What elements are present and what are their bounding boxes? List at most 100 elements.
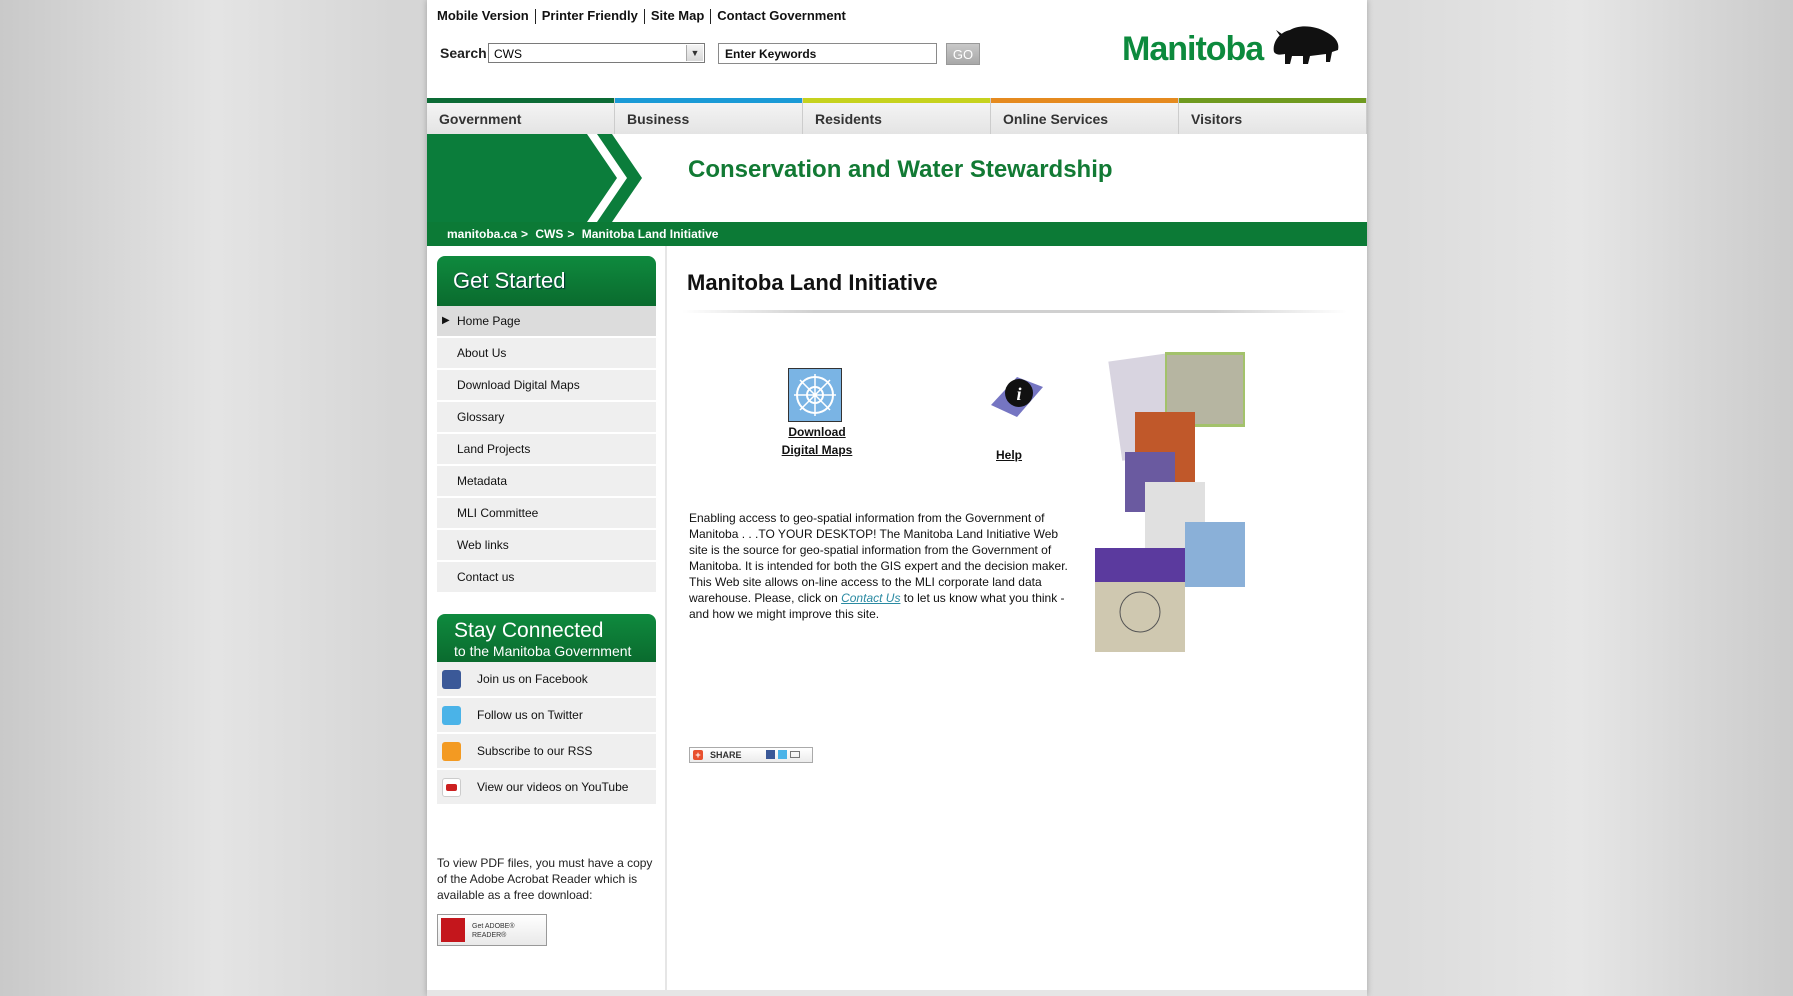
- sidebar-item-web-links[interactable]: Web links: [437, 530, 656, 562]
- search-scope-select[interactable]: CWS ▼: [488, 43, 705, 63]
- sidebar-item-label: Metadata: [457, 474, 508, 488]
- main-nav: Government Business Residents Online Ser…: [427, 98, 1367, 134]
- social-links: Join us on Facebook Follow us on Twitter…: [437, 662, 656, 806]
- sidebar-item-land-projects[interactable]: Land Projects: [437, 434, 656, 466]
- download-maps-icon[interactable]: [788, 368, 842, 422]
- social-link-label: Follow us on Twitter: [477, 708, 583, 722]
- nav-tab-label: Online Services: [1003, 111, 1109, 127]
- search-scope-value: CWS: [494, 47, 522, 61]
- social-link-youtube[interactable]: View our videos on YouTube: [437, 770, 656, 806]
- download-digital-maps-link[interactable]: Download Digital Maps: [767, 423, 867, 459]
- chevron-banner-graphic: [427, 134, 642, 222]
- contact-government-link[interactable]: Contact Government: [717, 8, 846, 23]
- breadcrumb-cws-link[interactable]: CWS: [535, 227, 563, 241]
- info-icon[interactable]: i: [987, 365, 1047, 425]
- sidebar-item-download-digital-maps[interactable]: Download Digital Maps: [437, 370, 656, 402]
- social-link-facebook[interactable]: Join us on Facebook: [437, 662, 656, 698]
- stay-connected-header: Stay Connected to the Manitoba Governmen…: [437, 614, 656, 662]
- email-icon: [790, 751, 800, 758]
- sidebar-item-label: Land Projects: [457, 442, 531, 456]
- go-button[interactable]: GO: [946, 43, 980, 65]
- nav-tab-online-services[interactable]: Online Services: [991, 98, 1179, 134]
- rss-icon: [442, 742, 461, 761]
- printer-friendly-link[interactable]: Printer Friendly: [542, 8, 638, 23]
- sidebar-item-home-page[interactable]: ▶ Home Page: [437, 306, 656, 338]
- sidebar-item-label: Home Page: [457, 314, 521, 328]
- pdf-note: To view PDF files, you must have a copy …: [437, 856, 653, 902]
- sidebar-item-label: Contact us: [457, 570, 515, 584]
- download-link-line2: Digital Maps: [781, 443, 853, 457]
- logo-wordmark: Manitoba: [1122, 30, 1264, 68]
- nav-color-bar: [991, 98, 1178, 103]
- nav-tab-government[interactable]: Government: [427, 98, 615, 134]
- separator: [643, 9, 645, 25]
- nav-tab-residents[interactable]: Residents: [803, 98, 991, 134]
- footer-divider: [427, 990, 1367, 996]
- mobile-version-link[interactable]: Mobile Version: [437, 8, 529, 23]
- breadcrumb-separator: >: [567, 227, 575, 241]
- search-label: Search: [440, 45, 487, 61]
- triangle-right-icon: ▶: [442, 315, 450, 326]
- nav-tab-label: Business: [627, 111, 690, 127]
- sidebar-item-label: Download Digital Maps: [457, 378, 580, 392]
- share-button[interactable]: + SHARE: [689, 747, 813, 763]
- social-link-label: Join us on Facebook: [477, 672, 588, 686]
- sidebar-item-label: About Us: [457, 346, 507, 360]
- sidebar-item-label: MLI Committee: [457, 506, 539, 520]
- nav-color-bar: [803, 98, 990, 103]
- adobe-badge-text: Get ADOBE® READER®: [472, 923, 515, 939]
- chevron-down-icon[interactable]: ▼: [686, 45, 703, 61]
- nav-tab-label: Visitors: [1191, 111, 1243, 127]
- social-link-label: Subscribe to our RSS: [477, 744, 593, 758]
- facebook-icon: [442, 670, 461, 689]
- sidebar-item-mli-committee[interactable]: MLI Committee: [437, 498, 656, 530]
- site-map-link[interactable]: Site Map: [651, 8, 704, 23]
- separator: [534, 9, 536, 25]
- twitter-icon: [442, 706, 461, 725]
- breadcrumb-current: Manitoba Land Initiative: [581, 227, 719, 241]
- adobe-reader-icon: [441, 918, 465, 942]
- stay-connected-title: Stay Connected: [454, 619, 604, 642]
- get-started-title: Get Started: [453, 268, 566, 293]
- plus-icon: +: [693, 750, 703, 760]
- nav-tab-business[interactable]: Business: [615, 98, 803, 134]
- separator: [710, 9, 712, 25]
- manitoba-logo[interactable]: Manitoba: [1122, 20, 1340, 70]
- sidebar-menu: ▶ Home Page About Us Download Digital Map…: [437, 306, 656, 594]
- nav-color-bar: [427, 98, 614, 103]
- department-banner: Conservation and Water Stewardship: [427, 134, 1367, 222]
- keywords-input[interactable]: [718, 43, 937, 64]
- stay-connected-subtitle: to the Manitoba Government: [454, 643, 632, 659]
- contact-us-link[interactable]: Contact Us: [841, 591, 900, 605]
- sidebar-item-contact-us[interactable]: Contact us: [437, 562, 656, 594]
- download-link-line1: Download: [788, 425, 846, 439]
- youtube-icon: [442, 778, 461, 797]
- breadcrumb: manitoba.ca > CWS > Manitoba Land Initiati…: [427, 222, 1367, 246]
- nav-tab-visitors[interactable]: Visitors: [1179, 98, 1367, 134]
- nav-tab-label: Residents: [815, 111, 882, 127]
- breadcrumb-home-link[interactable]: manitoba.ca: [447, 227, 517, 241]
- social-link-label: View our videos on YouTube: [477, 780, 629, 794]
- sidebar-item-label: Web links: [457, 538, 509, 552]
- map-collage-image: [1095, 352, 1245, 652]
- get-adobe-reader-button[interactable]: Get ADOBE® READER®: [437, 914, 547, 946]
- utility-links: Mobile Version Printer Friendly Site Map Co…: [437, 8, 846, 25]
- page: Mobile Version Printer Friendly Site Map Co…: [427, 0, 1367, 996]
- breadcrumb-separator: >: [521, 227, 529, 241]
- social-link-rss[interactable]: Subscribe to our RSS: [437, 734, 656, 770]
- social-link-twitter[interactable]: Follow us on Twitter: [437, 698, 656, 734]
- facebook-icon: [766, 750, 775, 759]
- sidebar-item-metadata[interactable]: Metadata: [437, 466, 656, 498]
- bison-icon: [1273, 26, 1339, 64]
- sidebar-item-glossary[interactable]: Glossary: [437, 402, 656, 434]
- twitter-icon: [778, 750, 787, 759]
- intro-paragraph: Enabling access to geo-spatial informati…: [689, 510, 1074, 622]
- sidebar-item-label: Glossary: [457, 410, 505, 424]
- nav-color-bar: [615, 98, 802, 103]
- left-sidebar: Get Started ▶ Home Page About Us Download…: [427, 246, 667, 996]
- share-label: SHARE: [710, 750, 742, 760]
- help-link[interactable]: Help: [996, 448, 1022, 462]
- get-started-header: Get Started: [437, 256, 656, 306]
- page-title: Manitoba Land Initiative: [687, 270, 938, 295]
- sidebar-item-about-us[interactable]: About Us: [437, 338, 656, 370]
